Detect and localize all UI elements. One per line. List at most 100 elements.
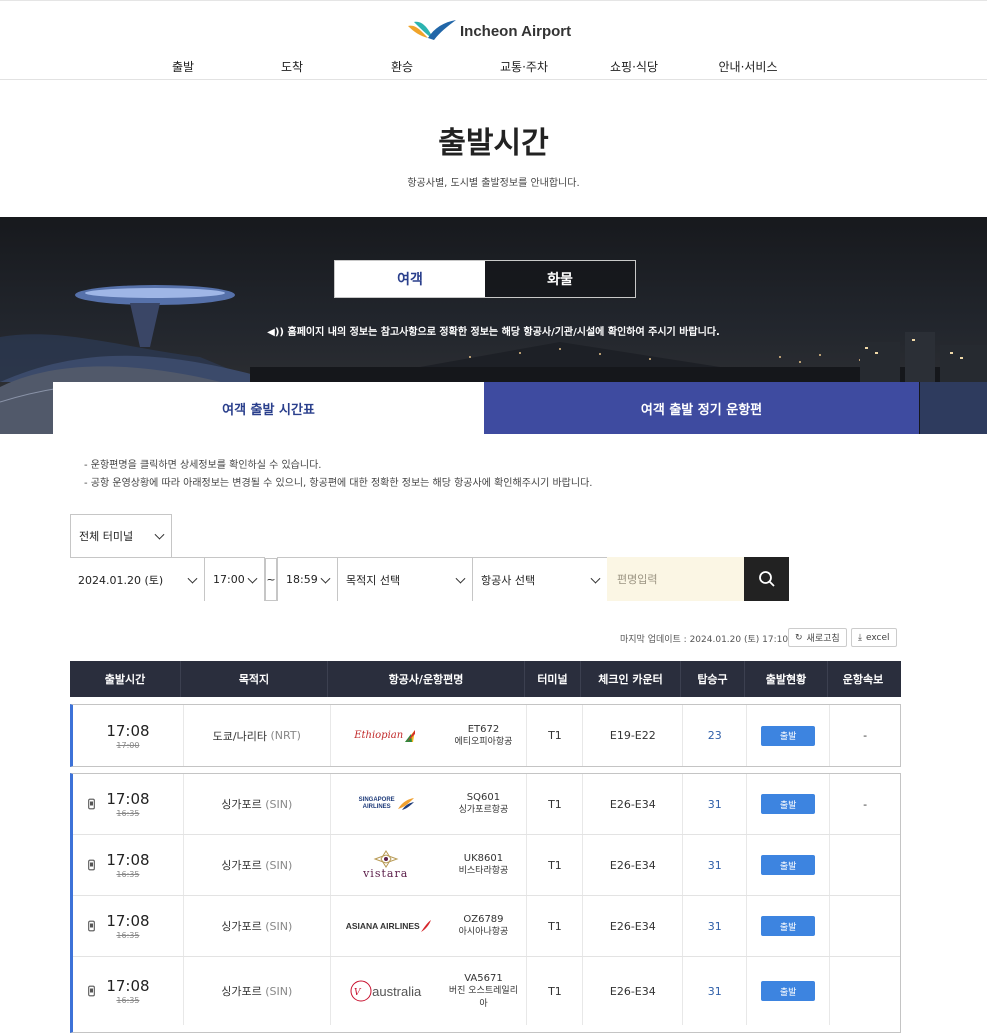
incheon-airport-logo[interactable]: Incheon Airport xyxy=(406,17,571,45)
destination-cell: 싱가포르 (SIN) xyxy=(184,774,331,834)
refresh-label: 새로고침 xyxy=(806,634,840,644)
guide-line-1: - 운항편명을 클릭하면 상세정보를 확인하실 수 있습니다. xyxy=(84,460,322,471)
gate-cell: 31 xyxy=(683,774,748,834)
flight-number[interactable]: UK8601 xyxy=(464,852,503,865)
mobile-alert-icon[interactable] xyxy=(88,920,95,932)
status-badge[interactable]: 출발 xyxy=(761,981,816,1001)
codeshare-group: 17:08 16:35 싱가포르 (SIN) SINGAPORE AIRLINES… xyxy=(70,773,901,1033)
flight-number[interactable]: ET672 xyxy=(468,723,500,736)
time-cell: 17:08 17:00 xyxy=(73,705,184,766)
news-cell xyxy=(830,957,900,1025)
time-range-separator: ~ xyxy=(265,558,277,601)
date-select[interactable]: 2024.01.20 (토) xyxy=(70,557,205,601)
chevron-down-icon xyxy=(590,573,601,584)
logo-text: Incheon Airport xyxy=(460,22,572,40)
mobile-alert-icon[interactable] xyxy=(88,985,95,997)
airport-code: (SIN) xyxy=(265,797,293,811)
excel-download-button[interactable]: ⤓ excel xyxy=(851,628,897,647)
destination-cell: 도쿄/나리타 (NRT) xyxy=(184,705,331,766)
airline-cell: Ethiopian ET672 에티오피아항공 xyxy=(331,705,528,766)
excel-label: excel xyxy=(865,632,890,643)
nav-shopping-dining[interactable]: 쇼핑·식당 xyxy=(610,58,658,75)
col-airline-flight: 항공사/운항편명 xyxy=(328,661,525,697)
actual-time: 17:08 xyxy=(106,912,150,930)
destination-city: 싱가포르 xyxy=(221,859,262,872)
status-cell: 출발 xyxy=(747,774,831,834)
destination-cell: 싱가포르 (SIN) xyxy=(184,957,331,1025)
counter-cell: E26-E34 xyxy=(583,957,684,1025)
mobile-alert-icon[interactable] xyxy=(88,859,95,871)
table-row[interactable]: 17:08 17:00 도쿄/나리타 (NRT) Ethiopian ET672 에… xyxy=(73,705,900,766)
chevron-down-icon xyxy=(455,573,466,584)
flight-number-input[interactable] xyxy=(607,557,745,601)
airline-cell: ASIANA AIRLINES OZ6789 아시아나항공 xyxy=(331,896,528,956)
counter-cell: E26-E34 xyxy=(583,774,684,834)
flight-number[interactable]: VA5671 xyxy=(464,972,503,985)
sub-tabs: 여객 출발 시간표 여객 출발 정기 운항편 xyxy=(53,382,919,434)
table-row[interactable]: 17:08 16:35 싱가포르 (SIN) ASIANA AIRLINES OZ… xyxy=(73,896,900,957)
tab-regular-flights[interactable]: 여객 출발 정기 운항편 xyxy=(484,382,919,434)
terminal-cell: T1 xyxy=(527,774,584,834)
chevron-down-icon xyxy=(154,529,165,540)
news-cell: - xyxy=(863,729,868,742)
flight-number[interactable]: SQ601 xyxy=(467,791,500,804)
flight-number[interactable]: OZ6789 xyxy=(463,913,503,926)
refresh-button[interactable]: ↻ 새로고침 xyxy=(788,628,847,647)
status-badge[interactable]: 출발 xyxy=(761,855,816,875)
search-icon xyxy=(758,571,775,587)
actual-time: 17:08 xyxy=(106,790,150,808)
table-row[interactable]: 17:08 16:35 싱가포르 (SIN) SINGAPORE AIRLINES… xyxy=(73,774,900,835)
vistara-emblem-icon xyxy=(373,850,399,868)
virgin-australia-logo: Vaustralia xyxy=(343,971,429,1011)
airport-logo-icon xyxy=(408,20,456,40)
destination-city: 도쿄/나리타 xyxy=(212,729,267,743)
scheduled-time: 16:35 xyxy=(116,809,140,818)
notice-text: 홈페이지 내의 정보는 참고사항으로 정확한 정보는 해당 항공사/기관/시설에… xyxy=(287,327,720,338)
tab-departure-timetable[interactable]: 여객 출발 시간표 xyxy=(53,382,484,434)
destination-cell: 싱가포르 (SIN) xyxy=(184,896,331,956)
nav-arrival[interactable]: 도착 xyxy=(281,58,303,75)
table-row[interactable]: 17:08 16:35 싱가포르 (SIN) vistara UK8601 비스타라… xyxy=(73,835,900,896)
time-to-select[interactable]: 18:59 xyxy=(277,557,338,601)
time-from-value: 17:00 xyxy=(213,573,245,586)
destination-city: 싱가포르 xyxy=(221,798,262,811)
counter-cell: E26-E34 xyxy=(583,835,684,895)
actual-time: 17:08 xyxy=(106,721,150,740)
status-cell: 출발 xyxy=(747,896,831,956)
destination-city: 싱가포르 xyxy=(221,985,262,998)
singapore-airlines-logo: SINGAPORE AIRLINES xyxy=(343,784,429,824)
airline-name: 버진 오스트레일리아 xyxy=(448,985,518,1009)
search-button[interactable] xyxy=(744,557,789,601)
mobile-alert-icon[interactable] xyxy=(88,798,95,810)
page-subtitle: 항공사별, 도시별 출발정보를 안내합니다. xyxy=(407,178,580,189)
terminal-cell: T1 xyxy=(527,705,584,766)
status-badge[interactable]: 출발 xyxy=(761,916,816,936)
terminal-select[interactable]: 전체 터미널 xyxy=(70,514,172,558)
destination-cell: 싱가포르 (SIN) xyxy=(184,835,331,895)
nav-transport-parking[interactable]: 교통·주차 xyxy=(500,58,548,75)
time-from-select[interactable]: 17:00 xyxy=(204,557,265,601)
notice-bar: ◀)) 홈페이지 내의 정보는 참고사항으로 정확한 정보는 해당 항공사/기관… xyxy=(0,323,987,338)
airport-code: (SIN) xyxy=(265,919,293,933)
airline-cell: SINGAPORE AIRLINES SQ601 싱가포르항공 xyxy=(331,774,528,834)
terminal-cell: T1 xyxy=(527,896,584,956)
time-cell: 17:08 16:35 xyxy=(73,835,184,895)
time-cell: 17:08 16:35 xyxy=(73,957,184,1025)
nav-transfer[interactable]: 환승 xyxy=(391,58,413,75)
status-badge[interactable]: 출발 xyxy=(761,725,816,746)
news-cell xyxy=(830,835,900,895)
page-title: 출발시간 xyxy=(438,126,549,161)
destination-select[interactable]: 목적지 선택 xyxy=(337,557,473,601)
tab-passenger[interactable]: 여객 xyxy=(335,261,485,297)
tab-cargo[interactable]: 화물 xyxy=(485,261,635,297)
nav-info-service[interactable]: 안내·서비스 xyxy=(718,58,777,75)
status-badge[interactable]: 출발 xyxy=(761,794,816,814)
download-icon: ⤓ xyxy=(858,632,862,643)
table-row[interactable]: 17:08 16:35 싱가포르 (SIN) Vaustralia VA5671 버… xyxy=(73,957,900,1025)
top-header: Incheon Airport 출발 도착 환승 교통·주차 쇼핑·식당 안내·… xyxy=(0,0,987,80)
airline-select[interactable]: 항공사 선택 xyxy=(472,557,608,601)
gate-cell: 31 xyxy=(683,896,748,956)
airline-name: 비스타라항공 xyxy=(458,866,509,876)
nav-departure[interactable]: 출발 xyxy=(172,58,194,75)
asiana-wing-icon xyxy=(420,920,431,932)
